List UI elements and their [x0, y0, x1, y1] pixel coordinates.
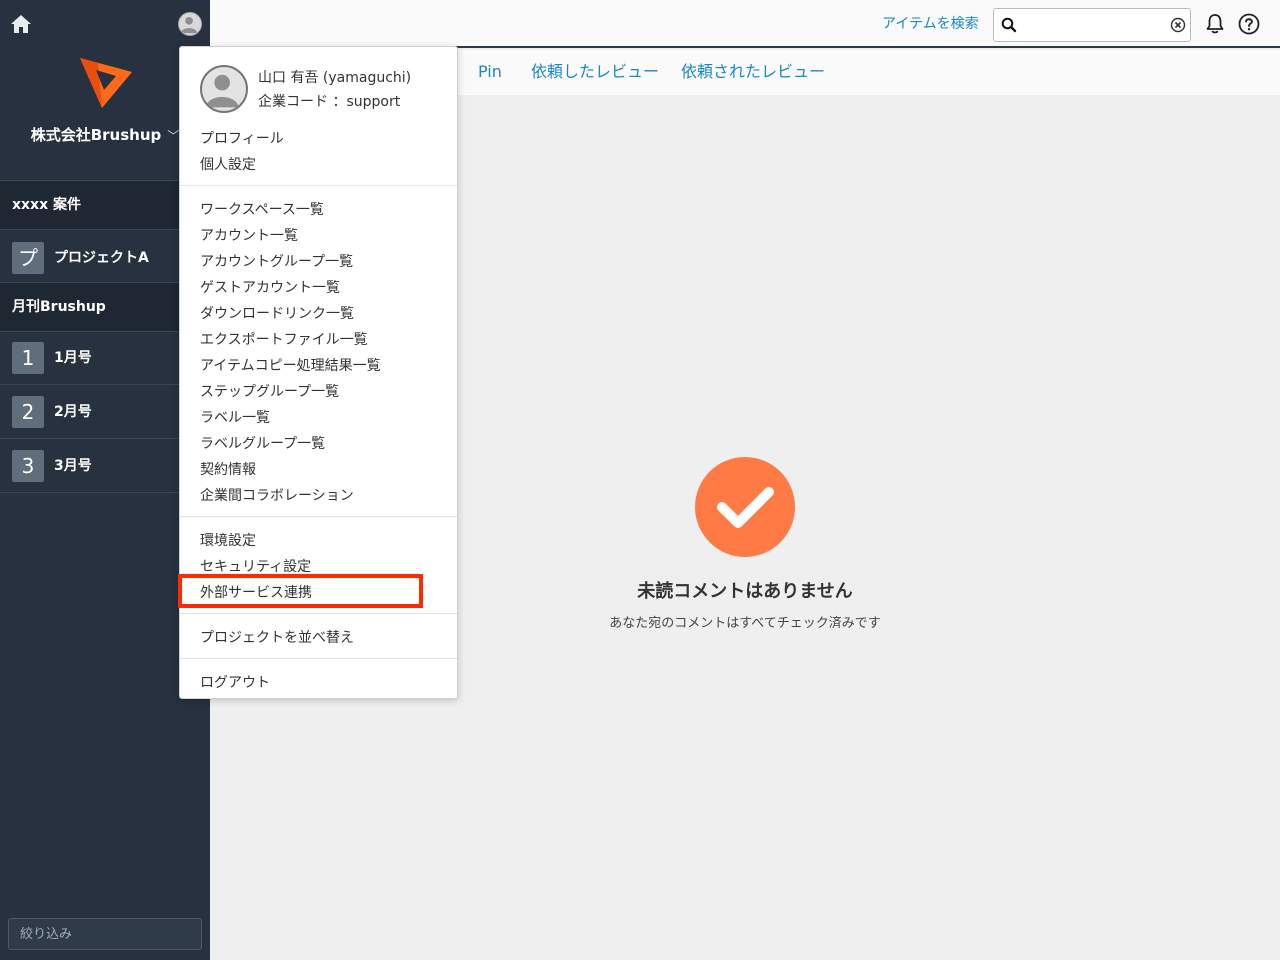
project-label: プロジェクトA: [54, 250, 149, 266]
menu-item-personal-settings[interactable]: 個人設定: [200, 154, 256, 174]
project-badge: 2: [12, 396, 44, 428]
menu-item-account-groups[interactable]: アカウントグループ一覧: [200, 251, 353, 271]
tab-requested-reviews[interactable]: 依頼したレビュー: [531, 50, 659, 94]
search-input[interactable]: [1022, 13, 1162, 37]
clear-search-icon[interactable]: [1170, 17, 1186, 33]
user-avatar: [200, 65, 248, 113]
project-badge: 1: [12, 342, 44, 374]
menu-divider: [180, 613, 457, 614]
menu-item-collaboration[interactable]: 企業間コラボレーション: [200, 485, 354, 505]
project-badge: 3: [12, 450, 44, 482]
menu-item-workspaces[interactable]: ワークスペース一覧: [200, 199, 324, 219]
menu-divider: [180, 516, 457, 517]
project-badge: プ: [12, 242, 44, 274]
brushup-logo: [80, 58, 132, 108]
home-icon[interactable]: [9, 12, 33, 36]
menu-item-labels[interactable]: ラベル一覧: [200, 407, 270, 427]
empty-state-subtitle: あなた宛のコメントはすべてチェック済みです: [609, 616, 881, 631]
menu-item-contract[interactable]: 契約情報: [200, 459, 256, 479]
menu-item-export-files[interactable]: エクスポートファイル一覧: [200, 329, 368, 349]
user-avatar-button[interactable]: [178, 12, 202, 36]
menu-item-logout[interactable]: ログアウト: [200, 672, 270, 692]
company-code: 企業コード ：support: [258, 94, 401, 110]
menu-item-label-groups[interactable]: ラベルグループ一覧: [200, 433, 325, 453]
menu-item-sort-projects[interactable]: プロジェクトを並べ替え: [200, 627, 354, 647]
empty-state-title: 未読コメントはありません: [637, 581, 853, 602]
menu-item-accounts[interactable]: アカウント一覧: [200, 225, 298, 245]
top-bar: アイテムを検索: [210, 0, 1280, 48]
user-name: 山口 有吾 (yamaguchi): [258, 70, 412, 86]
bell-icon[interactable]: [1203, 12, 1227, 36]
help-icon[interactable]: [1237, 12, 1261, 36]
menu-item-security[interactable]: セキュリティ設定: [200, 556, 311, 576]
tab-received-reviews[interactable]: 依頼されたレビュー: [681, 50, 825, 94]
menu-item-step-groups[interactable]: ステップグループ一覧: [200, 381, 339, 401]
checkmark-icon: [695, 457, 795, 557]
project-label: 2月号: [54, 404, 92, 420]
tab-pin[interactable]: Pin: [478, 50, 502, 94]
search-box: [993, 8, 1191, 42]
menu-item-download-links[interactable]: ダウンロードリンク一覧: [200, 303, 354, 323]
project-label: 3月号: [54, 458, 92, 474]
menu-item-copy-results[interactable]: アイテムコピー処理結果一覧: [200, 355, 381, 375]
menu-divider: [180, 185, 457, 186]
menu-item-environment[interactable]: 環境設定: [200, 530, 256, 550]
filter-input[interactable]: [8, 918, 202, 950]
chevron-down-icon: ﹀: [167, 129, 180, 143]
highlight-box: [178, 574, 423, 608]
menu-divider: [180, 658, 457, 659]
item-search-link[interactable]: アイテムを検索: [882, 0, 979, 48]
project-label: 1月号: [54, 350, 92, 366]
menu-item-guest-accounts[interactable]: ゲストアカウント一覧: [200, 277, 340, 297]
company-name: 株式会社Brushup: [30, 126, 162, 144]
menu-item-profile[interactable]: プロフィール: [200, 128, 284, 148]
search-icon: [1001, 17, 1017, 33]
